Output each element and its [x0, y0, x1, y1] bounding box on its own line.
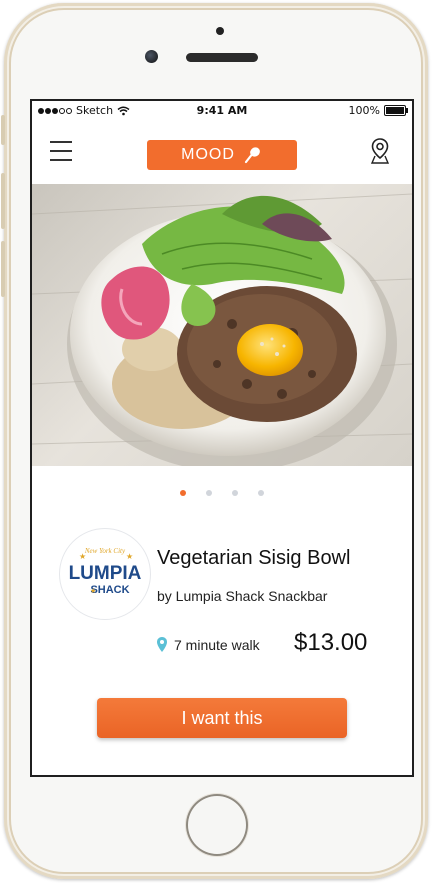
- svg-text:★: ★: [79, 552, 86, 561]
- map-pin-icon[interactable]: [368, 137, 392, 165]
- lumpia-shack-logo: New York City LUMPIA SHACK ★ ★ ★: [69, 547, 142, 596]
- proximity-sensor: [216, 27, 224, 35]
- walk-time-text: 7 minute walk: [174, 636, 260, 653]
- earpiece-speaker: [186, 53, 258, 62]
- dish-title: Vegetarian Sisig Bowl: [157, 547, 351, 569]
- spoon-icon: [244, 147, 260, 164]
- status-bar: Sketch 9:41 AM 100%: [32, 101, 412, 121]
- restaurant-logo[interactable]: New York City LUMPIA SHACK ★ ★ ★: [59, 528, 151, 620]
- restaurant-name[interactable]: by Lumpia Shack Snackbar: [157, 588, 327, 604]
- phone-frame: Sketch 9:41 AM 100% MOOD New York City L…: [1, 3, 428, 879]
- pager-dot[interactable]: [206, 490, 212, 496]
- walk-distance: 7 minute walk: [156, 636, 260, 653]
- dish-price: $13.00: [294, 629, 368, 656]
- nav-bar: MOOD: [32, 125, 412, 181]
- svg-text:New York City: New York City: [84, 547, 126, 555]
- svg-text:★: ★: [90, 587, 96, 595]
- battery-group: 100%: [348, 104, 408, 117]
- svg-text:★: ★: [126, 552, 133, 561]
- battery-percent: 100%: [348, 104, 380, 117]
- hamburger-menu-icon[interactable]: [50, 141, 72, 163]
- volume-down-button: [1, 241, 5, 297]
- svg-text:SHACK: SHACK: [90, 584, 129, 596]
- mood-label: MOOD: [181, 146, 235, 163]
- battery-icon: [384, 105, 408, 116]
- pager-dot[interactable]: [180, 490, 186, 496]
- dish-photo[interactable]: [32, 184, 412, 466]
- mood-button[interactable]: MOOD: [147, 140, 297, 170]
- volume-up-button: [1, 173, 5, 229]
- svg-text:LUMPIA: LUMPIA: [69, 563, 142, 584]
- app-screen: Sketch 9:41 AM 100% MOOD New York City L…: [30, 99, 414, 777]
- home-button[interactable]: [186, 794, 248, 856]
- location-pin-icon: [157, 637, 167, 652]
- front-camera: [145, 50, 158, 63]
- carousel-pager: [32, 490, 412, 496]
- mute-switch: [1, 115, 5, 145]
- pager-dot[interactable]: [258, 490, 264, 496]
- pager-dot[interactable]: [232, 490, 238, 496]
- i-want-this-button[interactable]: I want this: [97, 698, 347, 738]
- food-bowl-illustration: [32, 193, 412, 466]
